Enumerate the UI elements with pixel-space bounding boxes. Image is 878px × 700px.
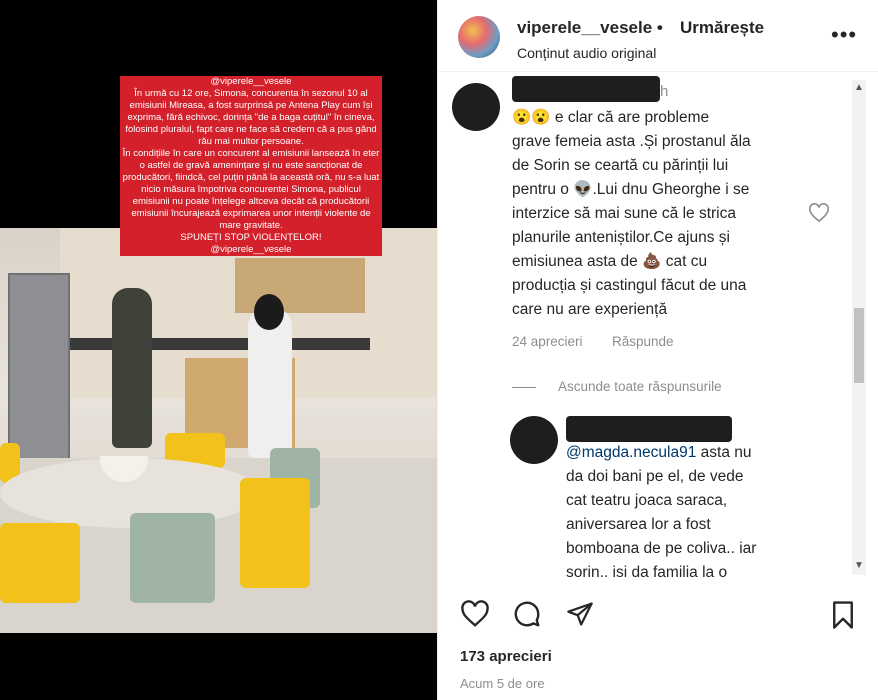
comment-avatar[interactable]	[452, 83, 500, 131]
share-send-icon[interactable]	[565, 600, 595, 628]
story-line: În condițiile în care un concurent al em…	[120, 148, 382, 160]
reply-first-line: @magda.necula91 asta nu	[566, 441, 786, 465]
comment-line: pentru o 👽.Lui dnu Gheorghe i se	[512, 181, 750, 198]
post-timestamp[interactable]: Acum 5 de ore	[460, 676, 545, 691]
account-username[interactable]: viperele__vesele •	[517, 18, 663, 38]
reply-text: @magda.necula91 asta nu da doi bani pe e…	[566, 441, 786, 578]
save-bookmark-icon[interactable]	[830, 600, 856, 630]
comment-reply-button[interactable]: Răspunde	[612, 334, 674, 349]
scene-chair	[240, 478, 310, 588]
scene-person-woman	[248, 294, 292, 458]
story-line: producători, fiindcă, cel puțin până la …	[120, 172, 382, 184]
story-line: rău mai multor persoane.	[120, 136, 382, 148]
comment-line: producția și castingul făcut de una	[512, 277, 747, 294]
reply-line: sorin.. isi da familia la o	[566, 564, 728, 578]
story-line: mare gravitate.	[120, 220, 382, 232]
reply-line: aniversarea lor a fost	[566, 516, 711, 533]
scroll-down-arrow-icon[interactable]: ▼	[854, 560, 864, 571]
account-avatar[interactable]	[458, 16, 500, 58]
post-panel: viperele__vesele • Urmărește Conținut au…	[437, 0, 878, 700]
scene-person-man	[112, 288, 152, 448]
story-line: o astfel de gravă amenințare și nu este …	[120, 160, 382, 172]
story-line: @viperele__vesele	[120, 76, 382, 88]
comments-list[interactable]: h 😮😮 e clar că are probleme grave femeia…	[438, 73, 866, 578]
comment-line: grave femeia asta .Și prostanul ăla	[512, 133, 751, 150]
post-like-count[interactable]: 173 aprecieri	[460, 648, 552, 665]
story-text-overlay: @viperele__vesele În urmă cu 12 ore, Sim…	[120, 76, 382, 256]
post-media[interactable]: @viperele__vesele În urmă cu 12 ore, Sim…	[0, 0, 437, 700]
reply-line: cat teatru joaca saraca,	[566, 492, 728, 509]
replies-divider	[512, 387, 536, 388]
comment-like-heart-icon[interactable]	[808, 203, 830, 223]
scene-fridge	[8, 273, 70, 463]
post-actions-bar	[438, 590, 878, 640]
comments-scrollbar[interactable]: ▲ ▼	[852, 80, 866, 575]
story-line: emisiunii Mireasa, a fost surprinsă pe A…	[120, 100, 382, 112]
story-line: În urmă cu 12 ore, Simona, concurenta în…	[120, 88, 382, 100]
story-line: emisiunii nu poate înțelege altceva decâ…	[120, 196, 382, 208]
scrollbar-thumb[interactable]	[854, 308, 864, 383]
story-line: nicio măsura împotriva concurentei Simon…	[120, 184, 382, 196]
comment-like-count[interactable]: 24 aprecieri	[512, 334, 583, 349]
comment-line: 😮😮 e clar că are probleme	[512, 109, 710, 126]
reply-username-redacted[interactable]	[566, 416, 732, 442]
story-line: SPUNEȚI STOP VIOLENȚELOR!	[120, 232, 382, 244]
reply-avatar[interactable]	[510, 416, 558, 464]
hide-replies-button[interactable]: Ascunde toate răspunsurile	[558, 379, 722, 394]
comment-line: care nu are experiență	[512, 301, 668, 318]
scene-chair	[130, 513, 215, 603]
mention-link[interactable]: @magda.necula91	[566, 444, 696, 461]
follow-button[interactable]: Urmărește	[680, 18, 764, 38]
separator-dot: •	[656, 18, 663, 37]
comment-time: h	[660, 83, 669, 100]
comment-line: interzice să mai sune că le strica	[512, 205, 736, 222]
kitchen-scene-image	[0, 228, 437, 633]
scroll-up-arrow-icon[interactable]: ▲	[854, 82, 864, 93]
username-text[interactable]: viperele__vesele	[517, 18, 652, 37]
reply-line: asta nu	[696, 444, 752, 461]
more-horizontal-icon[interactable]: •••	[831, 22, 857, 48]
comment-bubble-icon[interactable]	[512, 599, 542, 629]
story-line: emisiunii încurajează exprimarea unor in…	[120, 208, 382, 220]
story-line: @viperele__vesele	[120, 244, 382, 256]
comment-username-redacted[interactable]	[512, 76, 660, 102]
comment-text: 😮😮 e clar că are probleme grave femeia a…	[512, 106, 832, 322]
reply-line: bomboana de pe coliva.. iar	[566, 540, 757, 557]
comment-line: planurile anteniștilor.Ce ajuns și	[512, 229, 730, 246]
story-line: exprima, fără echivoc, dorința "de a bag…	[120, 112, 382, 124]
comment-line: de Sorin se ceartă cu părinții lui	[512, 157, 729, 174]
post-header: viperele__vesele • Urmărește Conținut au…	[438, 0, 878, 72]
scene-chair	[0, 523, 80, 603]
comment-line: emisiunea asta de 💩 cat cu	[512, 253, 708, 270]
story-line: folosind pluralul, fapt care ne face să …	[120, 124, 382, 136]
reply-line: da doi bani pe el, de vede	[566, 468, 744, 485]
like-heart-icon[interactable]	[460, 600, 490, 628]
original-audio-link[interactable]: Conținut audio original	[517, 45, 656, 61]
